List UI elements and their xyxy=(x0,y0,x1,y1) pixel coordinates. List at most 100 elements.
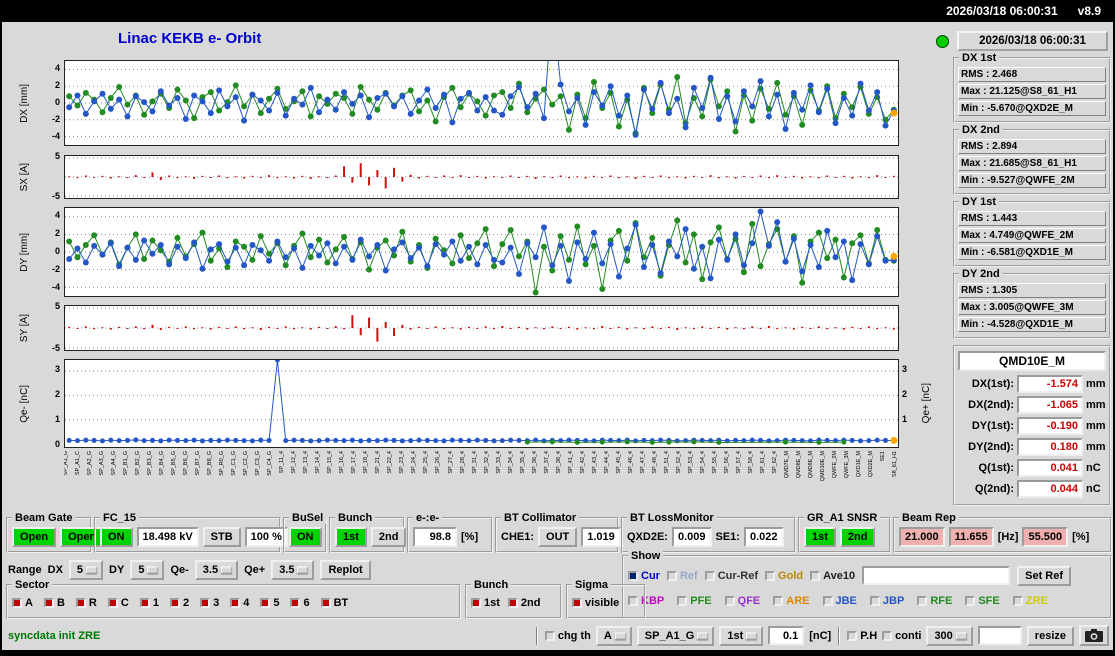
show-gold-option[interactable]: Gold xyxy=(765,570,803,582)
bunch-1st-button[interactable]: 1st xyxy=(335,526,367,547)
show-zre-option[interactable]: ZRE xyxy=(1012,595,1048,607)
sector-r-checkbox[interactable] xyxy=(75,598,86,608)
show-jbe-option[interactable]: JBE xyxy=(822,595,857,607)
rfe-checkbox[interactable] xyxy=(917,595,928,606)
replot-button[interactable]: Replot xyxy=(320,560,371,580)
beam-gate-open-1-button[interactable]: Open xyxy=(12,526,57,547)
qmd-monitor-panel: QMD10E_M DX(1st): -1.574 mm DX(2nd): -1.065… xyxy=(953,345,1111,506)
ref-name-input[interactable] xyxy=(862,566,1011,585)
dx2-rms: RMS : 2.894 xyxy=(958,139,1106,154)
che1-out-button[interactable]: OUT xyxy=(538,526,578,547)
sigma-visible-checkbox[interactable] xyxy=(572,598,582,608)
are-checkbox[interactable] xyxy=(773,595,784,606)
sector-bt-option[interactable]: BT xyxy=(320,597,348,609)
stat-dy-2nd: DY 2nd RMS : 1.305 Max : 3.005@QWFE_3M M… xyxy=(953,268,1111,339)
sx-yticks: 5 -5 xyxy=(51,151,60,201)
sector-6-option[interactable]: 6 xyxy=(290,597,310,609)
chg-th-checkbox[interactable] xyxy=(544,630,555,641)
show-cur-option[interactable]: Cur xyxy=(628,570,660,582)
sector-3-option[interactable]: 3 xyxy=(200,597,219,609)
bunch-1st-checkbox[interactable] xyxy=(471,598,481,608)
status-indicator-icon xyxy=(936,35,949,48)
resize-button[interactable]: resize xyxy=(1026,625,1074,646)
ph-option[interactable]: P.H xyxy=(847,630,877,642)
show-ave10-option[interactable]: Ave10 xyxy=(810,570,855,582)
range-qem-select[interactable]: 3.5 xyxy=(194,560,239,580)
cur-ref-checkbox[interactable] xyxy=(704,570,715,581)
set-ref-button[interactable]: Set Ref xyxy=(1017,565,1072,586)
fc15-stb-button[interactable]: STB xyxy=(202,526,241,547)
sector-6-checkbox[interactable] xyxy=(290,598,301,608)
sector-b-checkbox[interactable] xyxy=(43,598,54,608)
titlebar-datetime: 2026/03/18 06:00:31 xyxy=(946,4,1058,18)
show-rfe-option[interactable]: RFE xyxy=(917,595,952,607)
pfe-checkbox[interactable] xyxy=(677,595,688,606)
show-are-option[interactable]: ARE xyxy=(773,595,810,607)
show-qfe-option[interactable]: QFE xyxy=(724,595,760,607)
qmd-dy1-value: -0.190 xyxy=(1017,417,1083,435)
range-dy-select[interactable]: 5 xyxy=(130,560,165,580)
sector-5-option[interactable]: 5 xyxy=(260,597,279,609)
qfe-checkbox[interactable] xyxy=(724,595,735,606)
show-pfe-option[interactable]: PFE xyxy=(677,595,712,607)
conti-checkbox[interactable] xyxy=(882,630,893,641)
ave10-checkbox[interactable] xyxy=(810,570,821,581)
jbp-checkbox[interactable] xyxy=(869,595,880,606)
sfe-checkbox[interactable] xyxy=(965,595,976,606)
fc15-on-button[interactable]: ON xyxy=(100,526,133,547)
screenshot-button[interactable] xyxy=(1079,625,1109,646)
show-cur-ref-option[interactable]: Cur-Ref xyxy=(704,570,758,582)
bunch-2nd-button[interactable]: 2nd xyxy=(370,526,407,547)
threshold-input[interactable] xyxy=(768,626,805,645)
qe-axis-label: Qe- [nC] xyxy=(18,384,30,423)
bunch-select[interactable]: 1st xyxy=(719,625,764,646)
monitor-select[interactable]: SP_A1_G xyxy=(636,625,715,646)
sector-2-option[interactable]: 2 xyxy=(169,597,189,609)
cur-checkbox[interactable] xyxy=(628,570,638,581)
sector-4-option[interactable]: 4 xyxy=(230,597,249,609)
sector-bt-checkbox[interactable] xyxy=(320,598,331,608)
beam-rep-hz-unit: [Hz] xyxy=(997,530,1019,543)
qmd-monitor-name: QMD10E_M xyxy=(958,351,1106,371)
bunch-2nd-option[interactable]: 2nd xyxy=(507,597,540,609)
range-dx-select[interactable]: 5 xyxy=(68,560,104,580)
separator xyxy=(838,626,841,645)
jbe-checkbox[interactable] xyxy=(822,595,833,606)
ref-checkbox[interactable] xyxy=(666,570,677,581)
bunch-1st-option[interactable]: 1st xyxy=(471,597,500,609)
sector-c-checkbox[interactable] xyxy=(107,598,118,608)
sector-select[interactable]: A xyxy=(595,625,632,646)
gold-checkbox[interactable] xyxy=(765,570,776,581)
dy-axis-label: DY [mm] xyxy=(18,232,30,272)
sy-steering-chart xyxy=(64,305,899,351)
zre-checkbox[interactable] xyxy=(1012,595,1023,606)
sector-3-checkbox[interactable] xyxy=(200,598,211,608)
range-qep-select[interactable]: 3.5 xyxy=(271,560,315,580)
interval-select[interactable]: 300 xyxy=(926,625,973,646)
ph-checkbox[interactable] xyxy=(847,630,858,641)
sector-a-option[interactable]: A xyxy=(12,597,33,609)
timestamp: 2026/03/18 06:00:31 xyxy=(957,31,1108,51)
sector-a-checkbox[interactable] xyxy=(12,598,22,608)
snsr-1st-button[interactable]: 1st xyxy=(804,526,836,547)
qmd-q1-value: 0.041 xyxy=(1017,459,1083,477)
sector-2-checkbox[interactable] xyxy=(169,598,180,608)
extra-input[interactable] xyxy=(977,626,1022,645)
sector-1-checkbox[interactable] xyxy=(139,598,150,608)
chg-th-option[interactable]: chg th xyxy=(544,630,591,642)
sector-4-checkbox[interactable] xyxy=(230,598,241,608)
show-sfe-option[interactable]: SFE xyxy=(965,595,1000,607)
bunch-2nd-checkbox[interactable] xyxy=(507,598,518,608)
sigma-visible-option[interactable]: visible xyxy=(572,597,619,609)
sector-r-option[interactable]: R xyxy=(75,597,97,609)
app-window: 2026/03/18 06:00:31 v8.9 Linac KEKB e- O… xyxy=(0,0,1115,656)
snsr-2nd-button[interactable]: 2nd xyxy=(839,526,876,547)
conti-option[interactable]: conti xyxy=(882,630,921,642)
busel-on-button[interactable]: ON xyxy=(289,526,322,547)
show-ref-option[interactable]: Ref xyxy=(666,570,698,582)
show-jbp-option[interactable]: JBP xyxy=(869,595,904,607)
sector-b-option[interactable]: B xyxy=(43,597,65,609)
sector-c-option[interactable]: C xyxy=(107,597,129,609)
sector-1-option[interactable]: 1 xyxy=(139,597,159,609)
sector-5-checkbox[interactable] xyxy=(260,598,271,608)
